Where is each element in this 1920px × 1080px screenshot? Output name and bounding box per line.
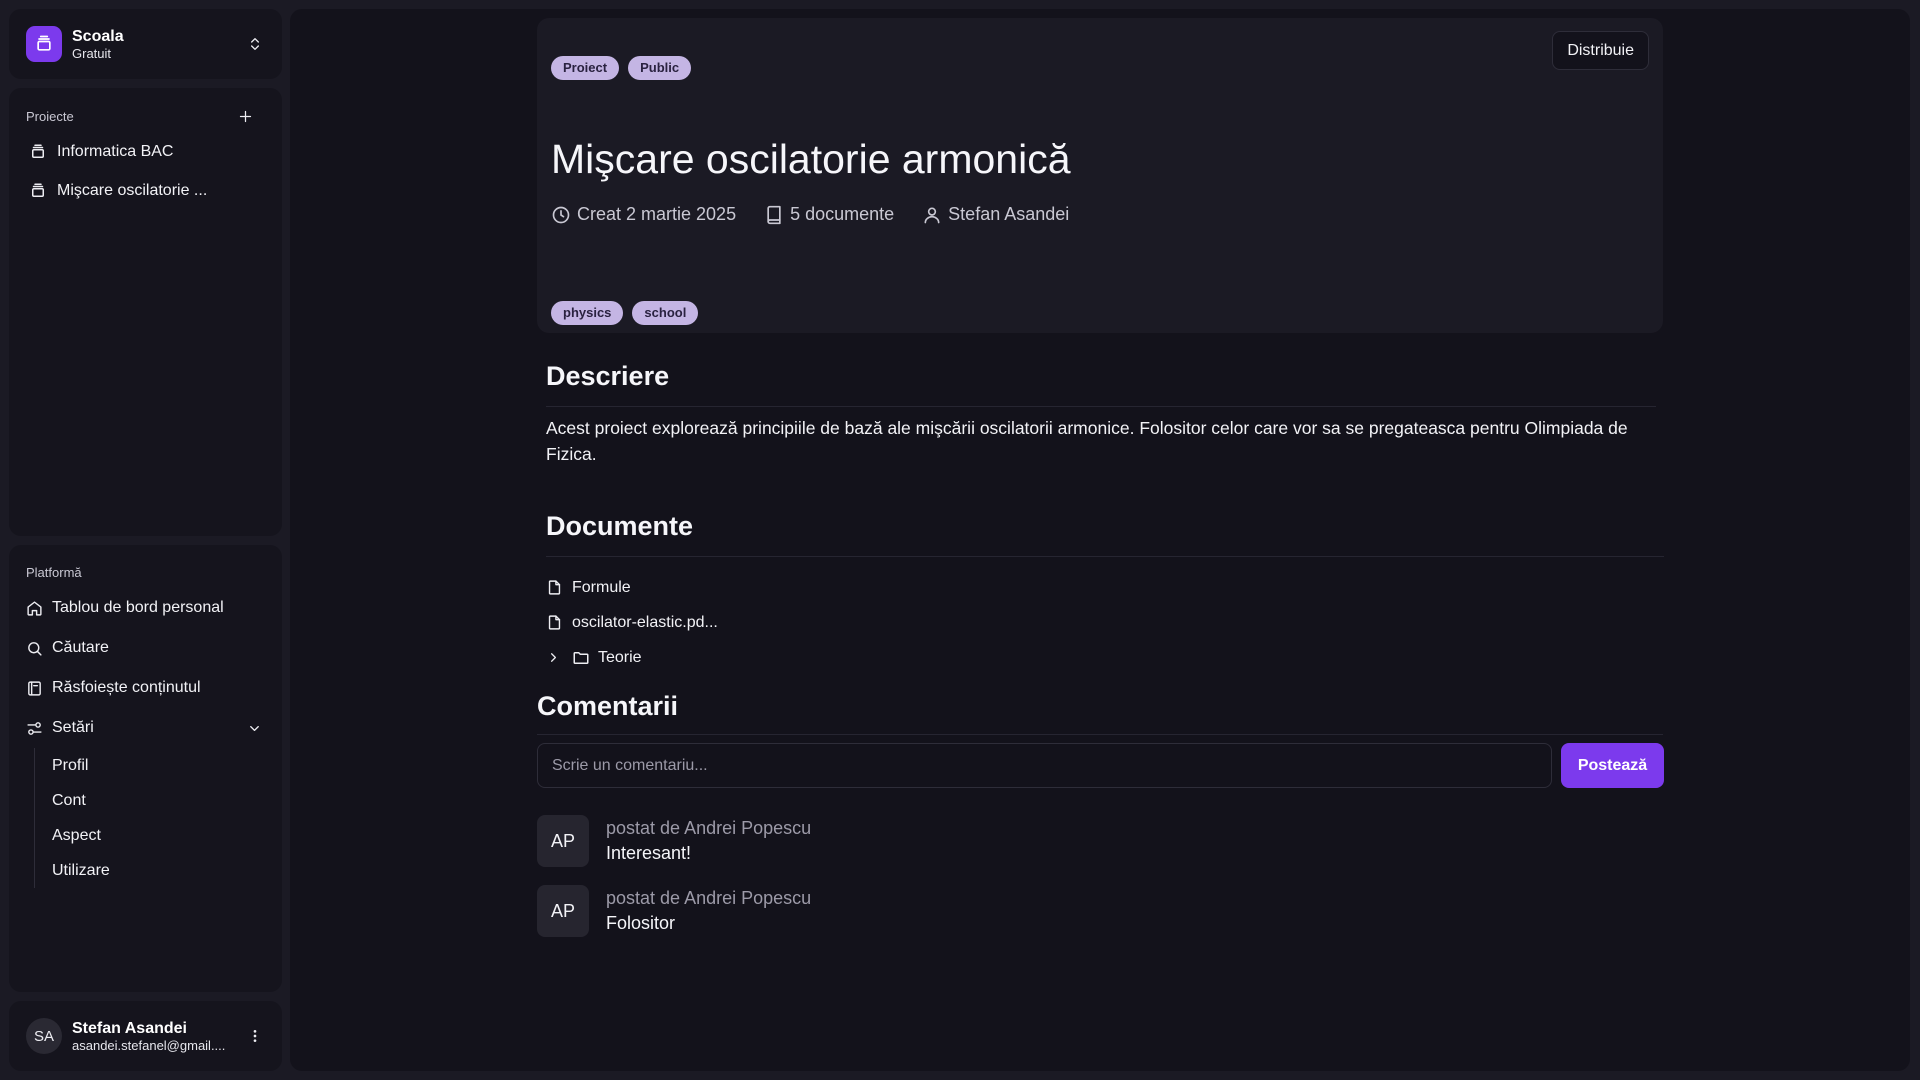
nav-item-search[interactable]: Căutare: [26, 628, 265, 668]
project-author: Stefan Asandei: [948, 204, 1070, 224]
clock-icon: [552, 206, 570, 223]
workspace-name: Scoala: [72, 27, 124, 45]
document-item-oscilator[interactable]: oscilator-elastic.pd...: [546, 605, 718, 640]
workspace-switcher[interactable]: Scoala Gratuit: [9, 9, 282, 79]
submenu-item-utilizare[interactable]: Utilizare: [52, 853, 265, 888]
document-item-formule[interactable]: Formule: [546, 570, 718, 605]
book-icon: [767, 205, 781, 224]
file-icon: [546, 579, 572, 596]
project-item-miscare[interactable]: Mişcare oscilatorie ...: [26, 171, 265, 210]
comment-input[interactable]: [537, 743, 1552, 788]
workspace-plan: Gratuit: [72, 45, 112, 61]
comment-text: Interesant!: [606, 843, 692, 863]
nav-item-label: Tablou de bord personal: [52, 599, 224, 616]
file-icon: [546, 614, 572, 631]
page-title: Mişcare oscilatorie armonică: [551, 136, 1071, 182]
description-heading: Descriere: [546, 361, 670, 391]
submenu-item-profil[interactable]: Profil: [52, 748, 265, 783]
platform-panel: Platformă Tablou de bord personal Căutar…: [9, 545, 282, 992]
tag-school[interactable]: school: [632, 301, 699, 325]
description-text: Acest proiect explorează principiile de …: [546, 418, 1628, 464]
badge-project: Proiect: [551, 56, 620, 80]
search-icon: [26, 640, 52, 657]
divider: [546, 406, 1656, 407]
document-label: oscilator-elastic.pd...: [572, 613, 718, 631]
nav-item-settings[interactable]: Setări: [26, 708, 265, 748]
project-header: Proiect Public Distribuie Mişcare oscila…: [537, 18, 1663, 333]
add-project-button[interactable]: [238, 109, 253, 124]
document-count: 5 documente: [790, 204, 895, 224]
nav-item-label: Căutare: [52, 639, 109, 656]
comment-item: AP postat de Andrei Popescu Folositor: [537, 885, 811, 937]
settings-icon: [26, 720, 52, 737]
comment-text: Folositor: [606, 913, 676, 933]
submenu-item-cont[interactable]: Cont: [52, 783, 265, 818]
chevrons-up-down-icon[interactable]: [245, 34, 265, 54]
layers-icon: [26, 26, 62, 62]
document-label: Teorie: [598, 648, 642, 666]
project-item-informatica[interactable]: Informatica BAC: [26, 132, 265, 171]
project-item-label: Mişcare oscilatorie ...: [57, 181, 208, 199]
platform-heading: Platformă: [26, 564, 82, 580]
avatar: AP: [537, 885, 589, 937]
projects-panel: Proiecte Informatica BAC Mişcare oscilat…: [9, 88, 282, 536]
avatar: SA: [26, 1018, 62, 1054]
created-date: Creat 2 martie 2025: [577, 204, 737, 224]
nav-item-dashboard[interactable]: Tablou de bord personal: [26, 588, 265, 628]
more-vertical-icon[interactable]: [245, 1028, 265, 1044]
chevron-down-icon[interactable]: [247, 721, 262, 736]
documents-heading: Documente: [546, 511, 694, 541]
nav-item-label: Răsfoiește conținutul: [52, 679, 201, 696]
projects-heading: Proiecte: [26, 108, 74, 124]
layers-icon: [29, 182, 57, 200]
comment-author: postat de Andrei Popescu: [606, 888, 812, 908]
badge-public: Public: [628, 56, 692, 80]
home-icon: [26, 600, 52, 617]
user-icon: [924, 207, 940, 223]
nav-item-browse[interactable]: Răsfoiește conținutul: [26, 668, 265, 708]
folder-item-teorie[interactable]: Teorie: [546, 640, 718, 675]
plus-icon: [239, 110, 252, 122]
comment-author: postat de Andrei Popescu: [606, 818, 812, 838]
document-list: Formule oscilator-elastic.pd... Teorie: [546, 570, 718, 675]
share-button[interactable]: Distribuie: [1552, 31, 1649, 70]
post-comment-button[interactable]: Postează: [1561, 743, 1664, 788]
folder-icon: [572, 649, 598, 667]
document-label: Formule: [572, 578, 631, 596]
tag-physics[interactable]: physics: [551, 301, 624, 325]
book-icon: [26, 680, 52, 697]
project-item-label: Informatica BAC: [57, 142, 174, 160]
project-meta: Creat 2 martie 2025 5 documente Stefan A…: [551, 204, 1069, 225]
submenu-item-aspect[interactable]: Aspect: [52, 818, 265, 853]
chevron-right-icon[interactable]: [546, 650, 572, 665]
divider: [546, 556, 1664, 557]
layers-icon: [29, 143, 57, 161]
comments-heading: Comentarii: [537, 691, 679, 721]
nav-item-label: Setări: [52, 719, 94, 736]
user-email: asandei.stefanel@gmail....: [72, 1037, 226, 1053]
divider: [537, 734, 1663, 735]
settings-submenu: Profil Cont Aspect Utilizare: [34, 748, 265, 888]
avatar: AP: [537, 815, 589, 867]
user-name: Stefan Asandei: [72, 1019, 187, 1037]
user-card[interactable]: SA Stefan Asandei asandei.stefanel@gmail…: [9, 1001, 282, 1071]
comment-item: AP postat de Andrei Popescu Interesant!: [537, 815, 811, 867]
